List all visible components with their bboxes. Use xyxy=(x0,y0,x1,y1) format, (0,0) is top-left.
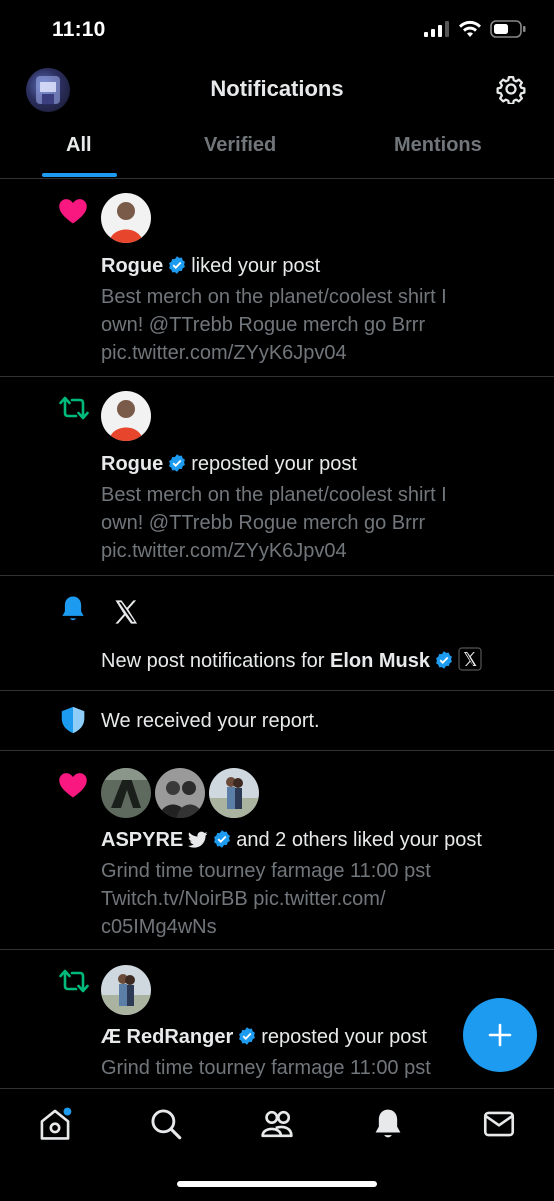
notification-text: Rogue reposted your post xyxy=(101,450,534,478)
search-icon[interactable] xyxy=(149,1107,183,1141)
twitter-bird-icon xyxy=(188,831,208,848)
tab-verified[interactable]: Verified xyxy=(204,134,276,157)
notifications-bell-icon[interactable] xyxy=(371,1107,405,1141)
notification-item[interactable]: Rogue liked your post Best merch on the p… xyxy=(0,179,554,377)
post-preview-line: Grind time tourney farmage 11:00 pst xyxy=(101,1057,431,1079)
actor-name[interactable]: Elon Musk xyxy=(330,650,430,672)
notification-text: New post notifications for Elon Musk xyxy=(101,647,534,675)
shield-icon xyxy=(61,706,85,734)
wifi-icon xyxy=(459,20,481,37)
status-time: 11:10 xyxy=(52,18,106,41)
notification-item[interactable]: New post notifications for Elon Musk xyxy=(0,576,554,691)
battery-icon xyxy=(490,20,526,38)
actor-name[interactable]: Æ RedRanger xyxy=(101,1026,233,1048)
header: Notifications xyxy=(0,62,554,118)
post-preview-line[interactable]: c05IMg4wNs xyxy=(101,913,534,941)
notification-item[interactable]: We received your report. xyxy=(0,691,554,751)
home-indicator[interactable] xyxy=(177,1181,377,1187)
post-preview-line: own! @TTrebb Rogue merch go Brrr xyxy=(101,512,426,534)
heart-icon xyxy=(59,199,87,224)
avatar[interactable] xyxy=(101,965,151,1015)
status-icons xyxy=(424,20,526,38)
avatar[interactable] xyxy=(155,768,205,818)
report-text: We received your report. xyxy=(101,710,320,732)
tab-bar: All Verified Mentions xyxy=(0,118,554,179)
verified-badge-icon xyxy=(214,830,231,848)
x-logo-icon xyxy=(115,600,138,624)
page-title: Notifications xyxy=(210,76,344,101)
post-preview-line: Best merch on the planet/coolest shirt I xyxy=(101,286,447,308)
actor-name[interactable]: Rogue xyxy=(101,255,163,277)
post-preview-line: Grind time tourney farmage 11:00 pst xyxy=(101,860,431,882)
bell-prefix-text: New post notifications for xyxy=(101,650,325,672)
post-preview-line[interactable]: pic.twitter.com/ZYyK6Jpv04 xyxy=(101,537,534,565)
actor-name[interactable]: Rogue xyxy=(101,453,163,475)
avatar[interactable] xyxy=(209,768,259,818)
affiliate-x-badge-icon xyxy=(458,647,482,671)
verified-badge-icon xyxy=(169,256,186,274)
verified-badge-icon xyxy=(239,1027,256,1045)
post-preview-line: own! @TTrebb Rogue merch go Brrr xyxy=(101,314,426,336)
repost-icon xyxy=(59,969,89,993)
action-text: reposted your post xyxy=(261,1026,427,1048)
action-text: liked your post xyxy=(191,255,321,277)
notifications-feed[interactable]: Rogue liked your post Best merch on the p… xyxy=(0,179,554,1089)
notification-item[interactable]: Rogue reposted your post Best merch on th… xyxy=(0,377,554,576)
bell-icon xyxy=(62,596,84,621)
home-icon[interactable] xyxy=(38,1107,72,1141)
notification-item[interactable]: ASPYRE and 2 others liked your post Grind… xyxy=(0,751,554,950)
actor-name[interactable]: ASPYRE xyxy=(101,829,183,851)
signal-icon xyxy=(424,21,449,37)
gear-icon[interactable] xyxy=(496,74,526,104)
post-preview-line: Best merch on the planet/coolest shirt I xyxy=(101,484,447,506)
plus-icon xyxy=(488,1023,512,1047)
compose-button[interactable] xyxy=(463,998,537,1072)
avatar[interactable] xyxy=(101,391,151,441)
notification-text: ASPYRE and 2 others liked your post xyxy=(101,826,534,854)
post-preview-line[interactable]: Twitch.tv/NoirBB pic.twitter.com/ xyxy=(101,885,534,913)
action-text: reposted your post xyxy=(191,453,357,475)
communities-icon[interactable] xyxy=(260,1107,294,1141)
post-preview-line[interactable]: pic.twitter.com/ZYyK6Jpv04 xyxy=(101,339,534,367)
action-text: and 2 others liked your post xyxy=(236,829,482,851)
active-tab-indicator xyxy=(42,173,117,177)
avatar[interactable] xyxy=(101,768,151,818)
tab-mentions[interactable]: Mentions xyxy=(394,134,482,157)
status-bar: 11:10 xyxy=(0,0,554,60)
verified-badge-icon xyxy=(436,651,452,669)
heart-icon xyxy=(59,773,87,798)
avatar[interactable] xyxy=(101,193,151,243)
notification-text: Rogue liked your post xyxy=(101,252,534,280)
tab-all[interactable]: All xyxy=(66,134,92,157)
verified-badge-icon xyxy=(169,454,186,472)
messages-icon[interactable] xyxy=(482,1107,516,1141)
repost-icon xyxy=(59,396,89,420)
